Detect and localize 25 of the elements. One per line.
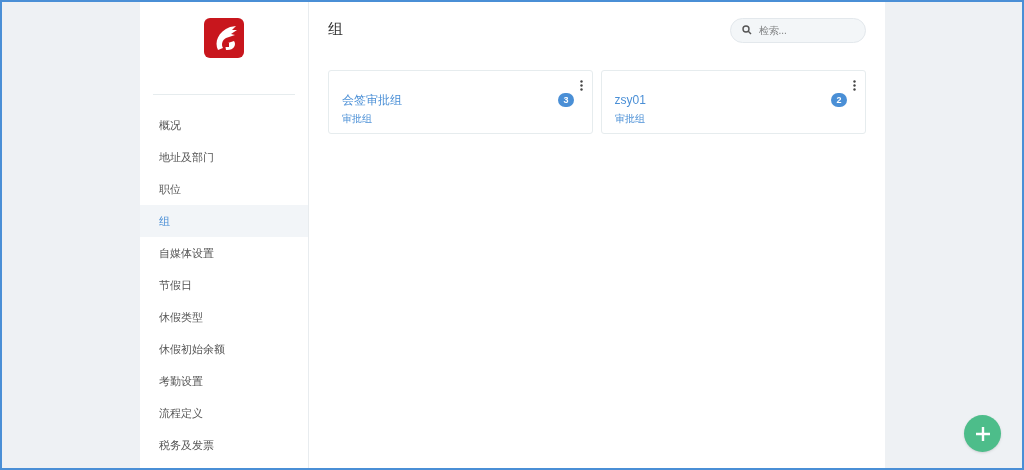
- group-type: 审批组: [341, 112, 373, 126]
- group-type: 审批组: [614, 112, 646, 126]
- group-name[interactable]: zsy01: [614, 91, 832, 109]
- sidebar-item[interactable]: 考勤设置: [139, 365, 308, 397]
- sidebar-item[interactable]: 概况: [139, 109, 308, 141]
- member-count: 2: [831, 93, 847, 107]
- search-icon: [741, 24, 752, 35]
- sidebar-item[interactable]: 职位: [139, 173, 308, 205]
- more-icon[interactable]: [579, 80, 583, 91]
- sidebar-item[interactable]: 自媒体设置: [139, 237, 308, 269]
- plus-icon: [974, 425, 991, 442]
- group-card[interactable]: 会签审批组 审批组 3: [327, 70, 593, 134]
- group-name[interactable]: 会签审批组: [341, 91, 559, 109]
- sidebar-item[interactable]: 休假初始余额: [139, 333, 308, 365]
- group-card[interactable]: zsy01 审批组 2: [600, 70, 866, 134]
- member-count: 3: [558, 93, 574, 107]
- sidebar-item[interactable]: 地址及部门: [139, 141, 308, 173]
- sidebar-item[interactable]: 流程定义: [139, 397, 308, 429]
- sidebar-item[interactable]: 节假日: [139, 269, 308, 301]
- sidebar-item[interactable]: 休假类型: [139, 301, 308, 333]
- search-field[interactable]: 检索...: [729, 17, 866, 43]
- more-icon[interactable]: [852, 80, 856, 91]
- page-title: 组: [327, 19, 343, 40]
- sidebar-item[interactable]: 税务及发票: [139, 429, 308, 461]
- logo-icon: [203, 18, 244, 58]
